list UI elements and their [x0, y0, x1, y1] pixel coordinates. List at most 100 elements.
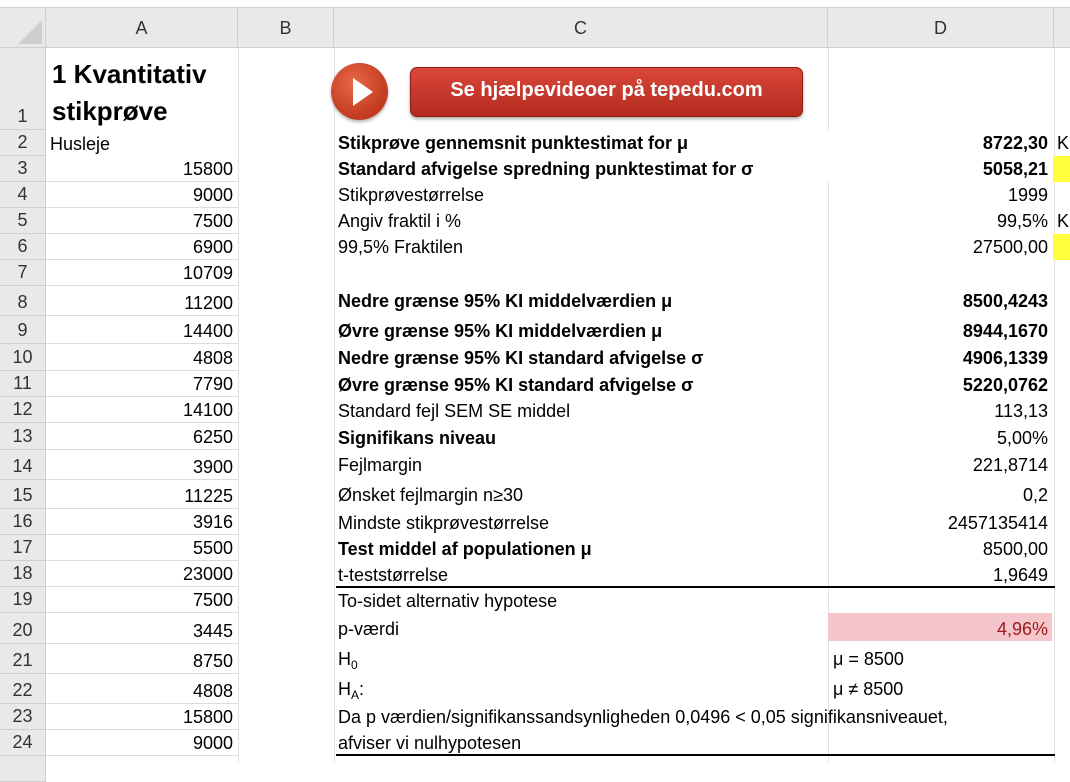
value-ci-mean-lower[interactable]: 8500,4243 [963, 291, 1048, 312]
divider [336, 586, 1055, 588]
value-ci-sd-lower[interactable]: 4906,1339 [963, 348, 1048, 369]
row-header[interactable]: 9 [0, 316, 46, 344]
data-cell[interactable]: 15800 [46, 704, 238, 730]
row-header[interactable]: 2 [0, 130, 46, 156]
label-sample-mean: Stikprøve gennemsnit punktestimat for μ [338, 133, 689, 153]
row-header[interactable]: 14 [0, 450, 46, 480]
label-quantile: 99,5% Fraktilen [338, 237, 464, 257]
row-header[interactable]: 11 [0, 371, 46, 397]
input-desired-margin[interactable]: 0,2 [1023, 485, 1048, 506]
grid-line [334, 48, 335, 762]
yellow-highlight-cell [1053, 234, 1070, 260]
row-header[interactable]: 19 [0, 587, 46, 613]
label-min-sample-size: Mindste stikprøvestørrelse [338, 513, 550, 533]
row-header[interactable]: 23 [0, 704, 46, 730]
row-header[interactable]: 12 [0, 397, 46, 423]
data-cell[interactable]: 6900 [46, 234, 238, 260]
data-cell[interactable]: 15800 [46, 156, 238, 182]
data-cell[interactable]: 5500 [46, 535, 238, 561]
row-header[interactable]: 10 [0, 344, 46, 371]
row-header[interactable]: 1 [0, 48, 46, 130]
row-header[interactable]: 15 [0, 480, 46, 509]
value-standard-error[interactable]: 113,13 [994, 401, 1048, 422]
value-sample-size[interactable]: 1999 [1008, 185, 1048, 206]
data-cell[interactable]: 9000 [46, 730, 238, 756]
input-significance-level[interactable]: 5,00% [997, 428, 1048, 449]
row-header[interactable]: 4 [0, 182, 46, 208]
column-header-b[interactable]: B [238, 8, 334, 48]
value-h0[interactable]: μ = 8500 [833, 649, 904, 670]
sheet-title: 1 Kvantitativ stikprøve [52, 56, 207, 130]
data-cell[interactable]: 7500 [46, 208, 238, 234]
value-ha[interactable]: μ ≠ 8500 [833, 679, 903, 700]
row-header[interactable]: 21 [0, 644, 46, 674]
grid-line [238, 48, 239, 762]
play-video-button[interactable] [331, 63, 388, 120]
label-ci-mean-lower: Nedre grænse 95% KI middelværdien μ [338, 291, 673, 311]
sheet-title-line2: stikprøve [52, 96, 168, 126]
list-header-husleje[interactable]: Husleje [46, 130, 238, 156]
row-header[interactable]: 17 [0, 535, 46, 561]
data-cell[interactable]: 14100 [46, 397, 238, 423]
sheet-title-line1: 1 Kvantitativ [52, 59, 207, 89]
overflow-text-k: K [1057, 133, 1070, 153]
row-header[interactable]: 5 [0, 208, 46, 234]
label-margin-of-error: Fejlmargin [338, 455, 423, 475]
input-quantile-percent[interactable]: 99,5% [997, 211, 1048, 232]
row-header[interactable]: 13 [0, 423, 46, 450]
data-cell[interactable]: 9000 [46, 182, 238, 208]
data-cell[interactable]: 3916 [46, 509, 238, 535]
row-header[interactable]: 18 [0, 561, 46, 587]
value-margin-of-error[interactable]: 221,8714 [973, 455, 1048, 476]
row-header[interactable]: 20 [0, 613, 46, 644]
label-significance-level: Signifikans niveau [338, 428, 497, 448]
column-header-e[interactable] [1054, 8, 1070, 48]
data-cell[interactable]: 7790 [46, 371, 238, 397]
column-header-d[interactable]: D [828, 8, 1054, 48]
top-frame [0, 0, 1070, 8]
data-cell[interactable]: 23000 [46, 561, 238, 587]
row-header[interactable]: 6 [0, 234, 46, 260]
data-cell[interactable]: 4808 [46, 674, 238, 704]
value-quantile[interactable]: 27500,00 [973, 237, 1048, 258]
select-all-corner[interactable] [0, 8, 46, 48]
value-min-sample-size[interactable]: 2457135414 [948, 513, 1048, 534]
value-p-value[interactable]: 4,96% [997, 619, 1048, 640]
column-header-a[interactable]: A [46, 8, 238, 48]
data-cell[interactable]: 14400 [46, 316, 238, 344]
row-header[interactable]: 3 [0, 156, 46, 182]
data-cell[interactable]: 3445 [46, 613, 238, 644]
row-header[interactable]: 7 [0, 260, 46, 286]
row-header[interactable]: 16 [0, 509, 46, 535]
label-ci-sd-upper: Øvre grænse 95% KI standard afvigelse σ [338, 375, 694, 395]
row-header[interactable]: 24 [0, 730, 46, 756]
column-header-c[interactable]: C [334, 8, 828, 48]
data-cell[interactable]: 10709 [46, 260, 238, 286]
label-sample-size: Stikprøvestørrelse [338, 185, 485, 205]
h0-main: H [338, 649, 351, 669]
data-cell[interactable]: 4808 [46, 344, 238, 371]
help-videos-button[interactable]: Se hjælpevideoer på tepedu.com [410, 67, 803, 117]
row-header[interactable]: 22 [0, 674, 46, 704]
divider [336, 754, 1055, 756]
value-ci-sd-upper[interactable]: 5220,0762 [963, 375, 1048, 396]
data-cell[interactable]: 3900 [46, 450, 238, 480]
input-test-mean[interactable]: 8500,00 [983, 539, 1048, 560]
data-cell[interactable]: 11200 [46, 286, 238, 316]
conclusion-text-line2: afviser vi nulhypotesen [338, 733, 522, 753]
row-header[interactable]: 8 [0, 286, 46, 316]
data-cell[interactable]: 11225 [46, 480, 238, 509]
value-t-statistic[interactable]: 1,9649 [993, 565, 1048, 586]
value-std-dev[interactable]: 5058,21 [983, 159, 1048, 180]
label-ci-mean-upper: Øvre grænse 95% KI middelværdien μ [338, 321, 663, 341]
row-header[interactable] [0, 756, 46, 782]
value-sample-mean[interactable]: 8722,30 [983, 133, 1048, 154]
value-ci-mean-upper[interactable]: 8944,1670 [963, 321, 1048, 342]
conclusion-text-line1: Da p værdien/signifikanssandsynligheden … [338, 707, 948, 727]
data-cell[interactable]: 8750 [46, 644, 238, 674]
label-quantile-percent: Angiv fraktil i % [338, 211, 462, 231]
data-cell[interactable]: 7500 [46, 587, 238, 613]
data-cell[interactable]: 6250 [46, 423, 238, 450]
label-std-dev: Standard afvigelse spredning punktestima… [338, 159, 754, 179]
label-ha: HA: [338, 679, 364, 702]
